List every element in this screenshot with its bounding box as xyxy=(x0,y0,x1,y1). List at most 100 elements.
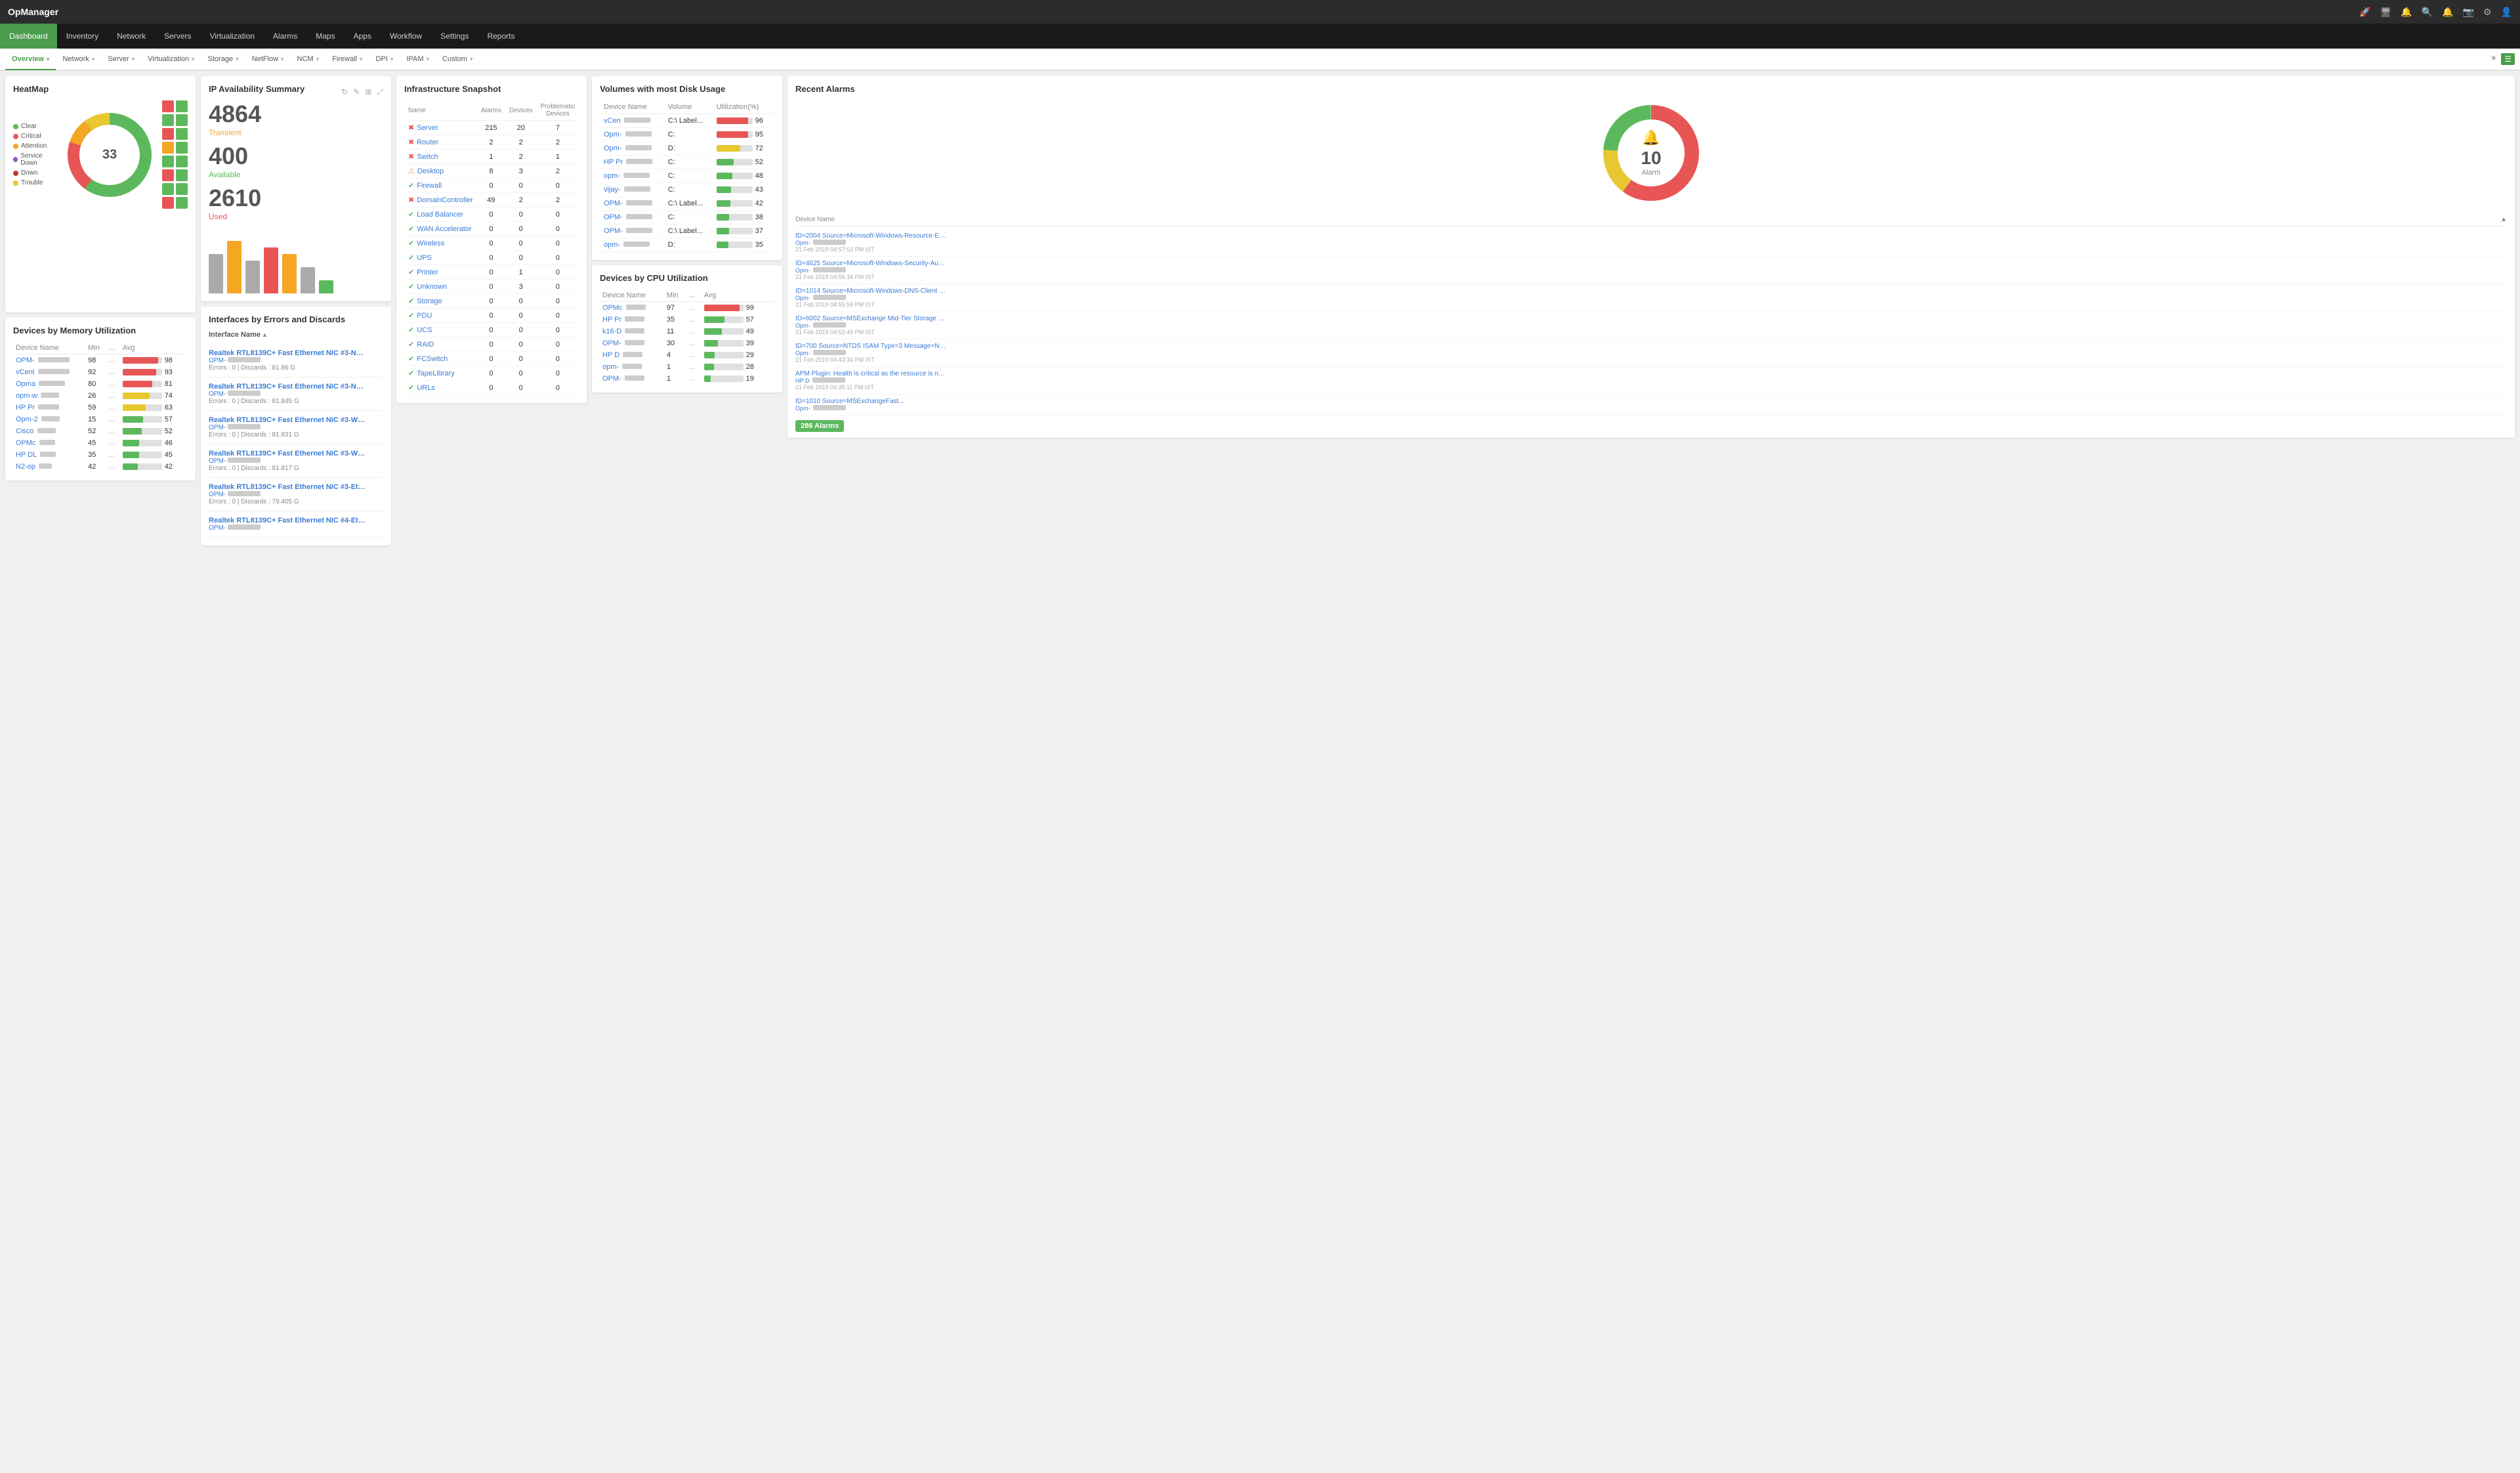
device-name[interactable]: OPM- xyxy=(604,200,623,207)
device-link[interactable]: OPM- xyxy=(209,458,226,465)
device-name[interactable]: OPM- xyxy=(16,356,35,364)
device-name[interactable]: Printer xyxy=(417,268,438,276)
rocket-icon[interactable]: 🚀 xyxy=(2359,7,2370,18)
hm-block[interactable] xyxy=(162,114,174,126)
device-link[interactable]: OPM- xyxy=(209,357,226,364)
device-name[interactable]: UCS xyxy=(417,326,432,334)
device-name[interactable]: OPM- xyxy=(604,227,623,235)
alarm-badge[interactable]: 286 Alarms xyxy=(795,420,844,432)
subnav-dpi[interactable]: DPI ▾ xyxy=(369,49,400,70)
grid-icon[interactable]: ☰ xyxy=(2501,53,2515,65)
device-name[interactable]: vijay- xyxy=(604,186,621,194)
hm-block[interactable] xyxy=(176,156,188,167)
nav-settings[interactable]: Settings xyxy=(431,24,478,49)
nav-apps[interactable]: Apps xyxy=(345,24,381,49)
device-link[interactable]: HP D xyxy=(795,377,809,384)
device-name[interactable]: HP Pr xyxy=(16,404,35,412)
subnav-firewall[interactable]: Firewall ▾ xyxy=(326,49,369,70)
hm-block[interactable] xyxy=(162,197,174,209)
interface-name[interactable]: Realtek RTL8139C+ Fast Ethernet NIC #4-E… xyxy=(209,517,366,524)
device-link[interactable]: Opm- xyxy=(795,322,810,329)
device-name[interactable]: RAID xyxy=(417,341,434,349)
edit-icon[interactable]: ✎ xyxy=(353,87,360,97)
device-name[interactable]: Opm-2 xyxy=(16,416,38,423)
alarm-title[interactable]: ID=1010 Source=MSExchangeFast... xyxy=(795,398,946,405)
device-name[interactable]: Opm- xyxy=(604,144,622,152)
device-name[interactable]: Unknown xyxy=(417,283,447,291)
device-link[interactable]: Opm- xyxy=(795,405,810,412)
hm-block[interactable] xyxy=(176,197,188,209)
nav-alarms[interactable]: Alarms xyxy=(264,24,306,49)
device-link[interactable]: OPM- xyxy=(209,391,226,398)
device-name[interactable]: Storage xyxy=(417,297,442,305)
interface-name[interactable]: Realtek RTL8139C+ Fast Ethernet NIC #3-N… xyxy=(209,349,366,357)
device-name[interactable]: k16-D xyxy=(602,328,621,335)
subnav-ncm[interactable]: NCM ▾ xyxy=(291,49,326,70)
device-name[interactable]: vCen xyxy=(604,117,621,125)
device-name[interactable]: opm- xyxy=(602,363,619,371)
device-name[interactable]: opm-w xyxy=(16,392,37,400)
hm-block[interactable] xyxy=(162,156,174,167)
hm-block[interactable] xyxy=(162,100,174,112)
alarm-title[interactable]: ID=700 Source=NTDS ISAM Type=3 Message=N… xyxy=(795,343,946,350)
device-name[interactable]: HP DL xyxy=(16,451,37,459)
alarm-title[interactable]: ID=1014 Source=Microsoft-Windows-DNS-Cli… xyxy=(795,288,946,295)
monitor-icon[interactable]: 🖥 xyxy=(2380,7,2391,18)
device-name[interactable]: PDU xyxy=(417,312,432,320)
subnav-storage[interactable]: Storage ▾ xyxy=(201,49,245,70)
hm-block[interactable] xyxy=(176,169,188,181)
device-name[interactable]: WAN Accelerator xyxy=(417,225,471,233)
export-icon[interactable]: ⊞ xyxy=(365,87,371,97)
interface-name[interactable]: Realtek RTL8139C+ Fast Ethernet NIC #3-W… xyxy=(209,450,366,458)
device-link[interactable]: Opm- xyxy=(795,295,810,301)
search-icon[interactable]: 🔍 xyxy=(2422,7,2433,18)
interface-name[interactable]: Realtek RTL8139C+ Fast Ethernet NIC #3-E… xyxy=(209,483,366,491)
star-icon[interactable]: ★ xyxy=(2490,53,2497,65)
device-name[interactable]: Cisco xyxy=(16,427,34,435)
device-name[interactable]: OPM- xyxy=(602,339,621,347)
nav-maps[interactable]: Maps xyxy=(306,24,344,49)
camera-icon[interactable]: 📷 xyxy=(2463,7,2474,18)
subnav-netflow[interactable]: NetFlow ▾ xyxy=(245,49,291,70)
subnav-virtualization[interactable]: Virtualization ▾ xyxy=(141,49,201,70)
device-link[interactable]: Opm- xyxy=(795,350,810,356)
hm-block[interactable] xyxy=(176,183,188,195)
device-link[interactable]: OPM- xyxy=(209,424,226,431)
nav-reports[interactable]: Reports xyxy=(478,24,524,49)
subnav-network[interactable]: Network ▾ xyxy=(56,49,101,70)
alarm-title[interactable]: ID=6002 Source=MSExchange Mid-Tier Stora… xyxy=(795,315,946,322)
nav-dashboard[interactable]: Dashboard xyxy=(0,24,57,49)
bell-icon[interactable]: 🔔 xyxy=(2401,7,2412,18)
device-name[interactable]: OPM- xyxy=(604,213,623,221)
alarm-title[interactable]: APM Plugin: Health is critical as the re… xyxy=(795,370,946,377)
device-name[interactable]: opm- xyxy=(604,241,620,249)
gear-icon[interactable]: ⚙ xyxy=(2483,7,2492,18)
device-name[interactable]: vCent xyxy=(16,368,35,376)
nav-servers[interactable]: Servers xyxy=(155,24,200,49)
device-name[interactable]: Load Balancer xyxy=(417,211,463,219)
device-name[interactable]: URLs xyxy=(417,384,435,392)
interface-name[interactable]: Realtek RTL8139C+ Fast Ethernet NIC #3-N… xyxy=(209,383,366,391)
device-name[interactable]: DomainController xyxy=(417,196,473,204)
subnav-overview[interactable]: Overview ▾ xyxy=(5,49,56,70)
nav-inventory[interactable]: Inventory xyxy=(57,24,108,49)
hm-block[interactable] xyxy=(176,128,188,140)
nav-network[interactable]: Network xyxy=(108,24,155,49)
interface-name[interactable]: Realtek RTL8139C+ Fast Ethernet NIC #3-W… xyxy=(209,416,366,424)
device-name[interactable]: Server xyxy=(417,124,438,132)
device-name[interactable]: UPS xyxy=(417,254,432,262)
hm-block[interactable] xyxy=(162,142,174,154)
hm-block[interactable] xyxy=(162,128,174,140)
device-link[interactable]: Opm- xyxy=(795,267,810,274)
alarm-title[interactable]: ID=2004 Source=Microsoft-Windows-Resourc… xyxy=(795,232,946,240)
hm-block[interactable] xyxy=(176,142,188,154)
device-name[interactable]: opm- xyxy=(604,172,620,180)
device-name[interactable]: Opma xyxy=(16,380,35,388)
subnav-ipam[interactable]: IPAM ▾ xyxy=(400,49,436,70)
device-link[interactable]: Opm- xyxy=(795,240,810,246)
device-name[interactable]: HP Pr xyxy=(602,316,621,324)
subnav-server[interactable]: Server ▾ xyxy=(101,49,141,70)
notification-icon[interactable]: 🔔 xyxy=(2442,7,2453,18)
device-name[interactable]: OPM- xyxy=(602,375,621,383)
user-icon[interactable]: 👤 xyxy=(2501,7,2512,18)
